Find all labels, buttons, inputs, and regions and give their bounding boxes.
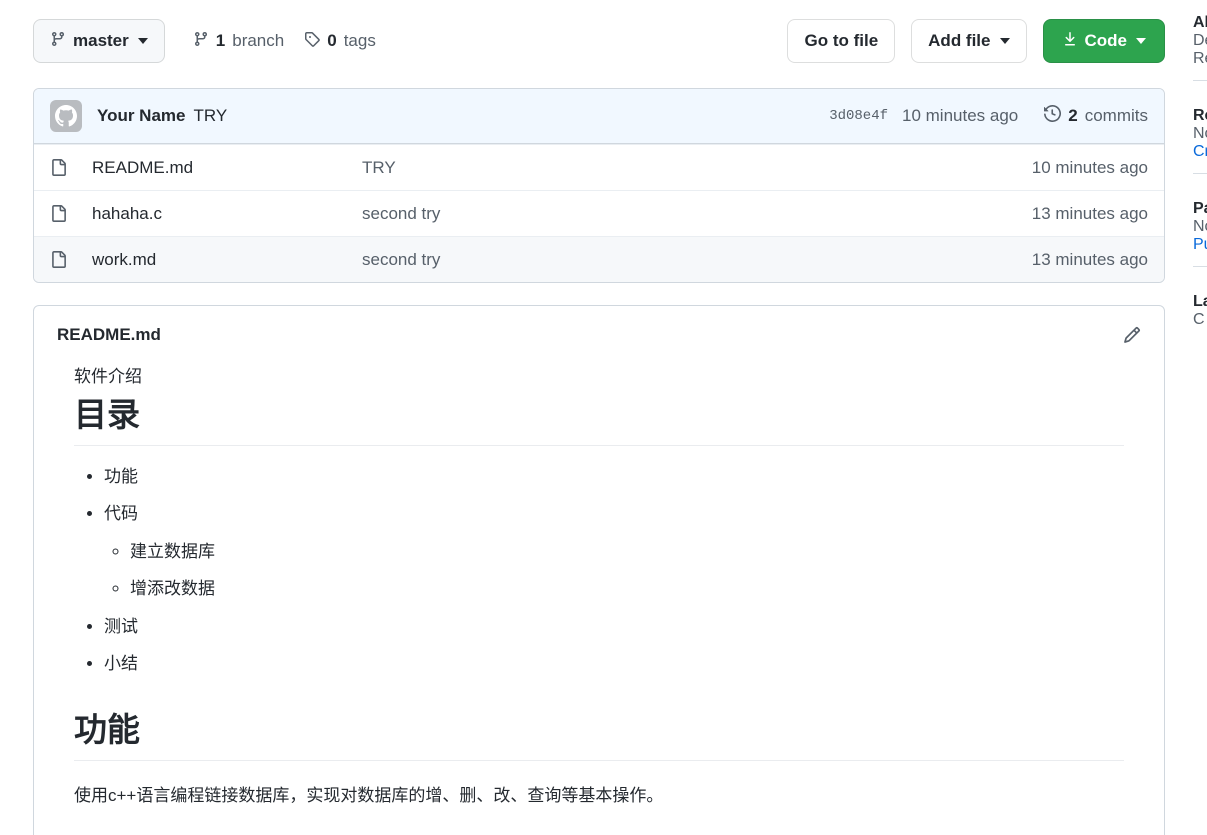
go-to-file-label: Go to file <box>804 31 879 50</box>
commit-author[interactable]: Your Name <box>97 106 186 126</box>
add-file-button[interactable]: Add file <box>911 19 1027 63</box>
list-item: 增添改数据 <box>130 576 1124 602</box>
sidebar-link[interactable]: Publish <box>1193 236 1207 254</box>
go-to-file-button[interactable]: Go to file <box>787 19 896 63</box>
sidebar-heading: Releases <box>1193 107 1207 124</box>
toc-item-label: 测试 <box>104 616 138 636</box>
divider <box>1193 173 1207 174</box>
avatar <box>50 100 82 132</box>
readme-toc-list: 功能 代码 建立数据库 增添改数据 测试 <box>74 464 1124 677</box>
repository-page: master 1 branch 0 tags Go to file Add fi… <box>0 0 1207 835</box>
repo-toolbar: master 1 branch 0 tags Go to file Add fi… <box>33 18 1165 64</box>
file-name[interactable]: README.md <box>92 158 362 178</box>
branch-selector-button[interactable]: master <box>33 19 165 63</box>
sidebar-block: Releases No releases Create <box>1193 93 1207 161</box>
download-icon <box>1062 31 1078 52</box>
commit-sha[interactable]: 3d08e4f <box>829 108 888 124</box>
file-name[interactable]: hahaha.c <box>92 204 362 224</box>
file-commit-message[interactable]: TRY <box>362 158 1032 178</box>
readme-title: README.md <box>57 325 161 344</box>
latest-commit-bar: Your Name TRY 3d08e4f 10 minutes ago 2 c… <box>34 89 1164 144</box>
tag-count-label: tags <box>343 31 376 50</box>
chevron-down-icon <box>137 38 148 44</box>
chevron-down-icon <box>999 38 1010 44</box>
table-row[interactable]: README.md TRY 10 minutes ago <box>34 144 1164 190</box>
readme-panel: README.md 软件介绍 目录 功能 代码 建立数据库 <box>33 305 1165 835</box>
tag-count-link[interactable]: 0 tags <box>304 31 376 52</box>
commit-message[interactable]: TRY <box>194 106 228 126</box>
sidebar-text: No packages <box>1193 218 1207 235</box>
branch-count-link[interactable]: 1 branch <box>193 31 284 52</box>
file-icon <box>50 251 67 268</box>
toc-subitem-label: 建立数据库 <box>130 541 215 561</box>
chevron-down-icon <box>1136 38 1146 44</box>
sidebar-block: Packages No packages Publish <box>1193 186 1207 254</box>
table-row[interactable]: hahaha.c second try 13 minutes ago <box>34 190 1164 236</box>
list-item: 小结 <box>104 651 1124 677</box>
table-row[interactable]: work.md second try 13 minutes ago <box>34 236 1164 282</box>
file-time: 10 minutes ago <box>1031 157 1148 177</box>
sidebar-heading: About <box>1193 14 1207 31</box>
list-item: 代码 建立数据库 增添改数据 <box>104 501 1124 602</box>
sidebar-text: No releases <box>1193 125 1207 142</box>
readme-header: README.md <box>34 306 1164 364</box>
branch-icon <box>193 31 209 52</box>
commits-count-value: 2 <box>1068 106 1078 125</box>
list-item: 测试 <box>104 614 1124 640</box>
file-name[interactable]: work.md <box>92 250 362 270</box>
sidebar-block: About Description Readme <box>1193 0 1207 68</box>
readme-section-heading: 功能 <box>74 709 1124 761</box>
readme-body: 软件介绍 目录 功能 代码 建立数据库 增添改数据 <box>34 364 1164 809</box>
toc-item-label: 代码 <box>104 504 138 524</box>
divider <box>1193 266 1207 267</box>
toc-item-label: 功能 <box>104 466 138 486</box>
list-item: 功能 <box>104 464 1124 490</box>
sidebar-heading: Packages <box>1193 200 1207 217</box>
commits-count-label: commits <box>1084 106 1148 125</box>
file-commit-message[interactable]: second try <box>362 250 1032 270</box>
file-time: 13 minutes ago <box>1031 249 1148 269</box>
file-time: 13 minutes ago <box>1031 203 1148 223</box>
branch-icon <box>50 31 66 52</box>
sidebar-text: Readme <box>1193 50 1207 67</box>
code-button-label: Code <box>1084 31 1128 50</box>
commits-count-link[interactable]: 2 commits <box>1044 104 1148 127</box>
readme-section-body: 使用c++语言编程链接数据库，实现对数据库的增、删、改、查询等基本操作。 <box>74 786 664 805</box>
toc-subitem-label: 增添改数据 <box>130 579 215 599</box>
readme-toc-heading: 目录 <box>74 394 1124 446</box>
branch-count-label: branch <box>232 31 285 50</box>
file-listing-box: Your Name TRY 3d08e4f 10 minutes ago 2 c… <box>33 88 1165 283</box>
divider <box>1193 80 1207 81</box>
history-clock-icon <box>1044 104 1062 127</box>
code-button[interactable]: Code <box>1042 19 1165 63</box>
branch-selector-label: master <box>73 31 129 50</box>
commit-time: 10 minutes ago <box>902 106 1019 125</box>
sidebar-link[interactable]: Create <box>1193 143 1207 161</box>
tag-icon <box>304 31 320 52</box>
readme-toc-sublist: 建立数据库 增添改数据 <box>104 539 1124 602</box>
branch-count-value: 1 <box>215 31 226 50</box>
sidebar-text: Description <box>1193 32 1207 49</box>
pencil-icon[interactable] <box>1123 326 1141 344</box>
list-item: 建立数据库 <box>130 539 1124 565</box>
add-file-label: Add file <box>928 31 991 50</box>
sidebar-heading: Languages <box>1193 293 1207 310</box>
tag-count-value: 0 <box>327 31 337 50</box>
sidebar-block: Languages C <box>1193 279 1207 329</box>
file-commit-message[interactable]: second try <box>362 204 1032 224</box>
toc-item-label: 小结 <box>104 654 138 674</box>
file-icon <box>50 205 67 222</box>
file-icon <box>50 159 67 176</box>
sidebar-text: C <box>1193 311 1205 328</box>
repo-sidebar-clipped: About Description Readme Releases No rel… <box>1193 0 1207 835</box>
readme-intro: 软件介绍 <box>74 367 142 386</box>
